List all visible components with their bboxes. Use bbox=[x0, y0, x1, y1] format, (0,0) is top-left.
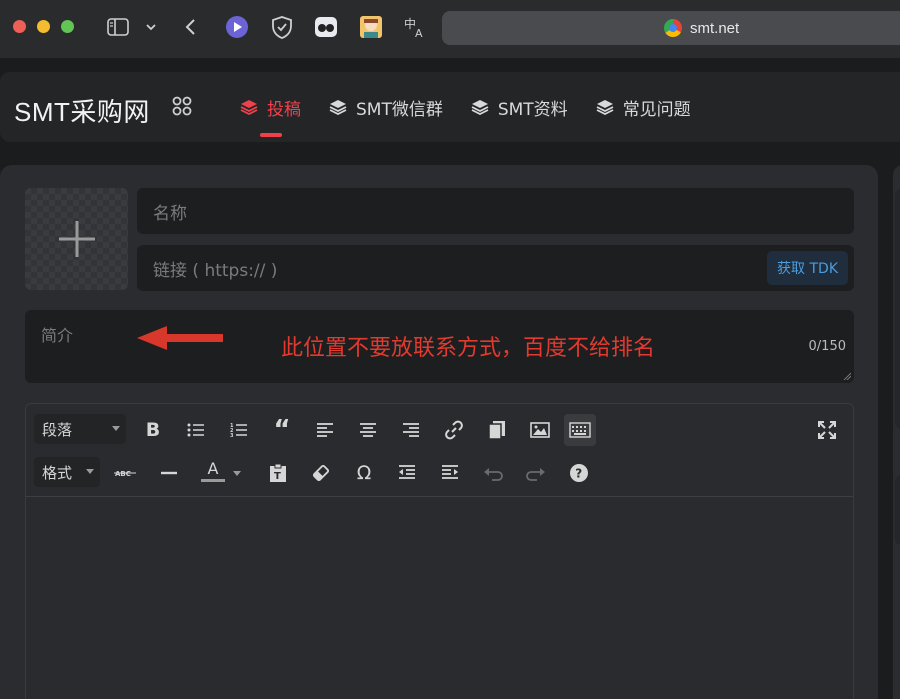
play-extension-icon[interactable] bbox=[225, 15, 249, 39]
format-select-value: 格式 bbox=[42, 463, 73, 482]
fullscreen-icon[interactable] bbox=[814, 417, 840, 443]
site-logo[interactable]: SMT采购网 bbox=[14, 92, 150, 129]
nav-label: SMT微信群 bbox=[356, 99, 443, 120]
svg-text:?: ? bbox=[575, 467, 582, 481]
editor-content-area[interactable] bbox=[26, 498, 853, 699]
shield-extension-icon[interactable] bbox=[270, 15, 294, 39]
redo-icon[interactable] bbox=[523, 460, 549, 486]
nav-item-wechat-group[interactable]: SMT微信群 bbox=[329, 72, 443, 142]
text-color-bar bbox=[201, 478, 225, 482]
bullet-list-icon[interactable] bbox=[183, 417, 209, 443]
text-color-letter: A bbox=[207, 458, 219, 478]
name-input[interactable]: 名称 bbox=[137, 188, 854, 234]
strikethrough-icon[interactable]: ABC bbox=[112, 460, 138, 486]
keyboard-icon[interactable] bbox=[564, 414, 596, 446]
align-right-icon[interactable] bbox=[398, 417, 424, 443]
nav-label: SMT资料 bbox=[497, 99, 568, 120]
copy-icon[interactable] bbox=[484, 417, 510, 443]
bold-icon[interactable]: B bbox=[140, 417, 166, 443]
format-select[interactable]: 格式 bbox=[34, 457, 100, 487]
layers-icon bbox=[596, 100, 614, 116]
undo-icon[interactable] bbox=[480, 460, 506, 486]
annotation-arrow-icon bbox=[137, 326, 223, 350]
eraser-icon[interactable] bbox=[308, 460, 334, 486]
browser-toolbar: 中A smt.net bbox=[0, 0, 900, 58]
name-placeholder: 名称 bbox=[153, 203, 187, 224]
url-text: smt.net bbox=[690, 19, 740, 37]
site-favicon-icon bbox=[664, 19, 682, 37]
translate-icon[interactable]: 中A bbox=[403, 15, 427, 39]
link-input[interactable]: 链接 ( https:// ) 获取 TDK bbox=[137, 245, 854, 291]
menu-grid-icon[interactable] bbox=[170, 94, 194, 118]
layers-icon bbox=[329, 100, 347, 116]
side-panel-block bbox=[895, 189, 900, 429]
site-header: SMT采购网 投稿 SMT微信群 SMT资料 常见问题 bbox=[0, 72, 900, 142]
svg-text:3: 3 bbox=[230, 433, 234, 438]
special-character-icon[interactable]: Ω bbox=[351, 460, 377, 486]
nav-item-submit[interactable]: 投稿 bbox=[240, 72, 301, 142]
address-bar[interactable]: smt.net bbox=[442, 11, 900, 45]
editor-toolbar: 段落 B 123 “ 格式 ABC A T Ω ? bbox=[26, 404, 853, 497]
caret-down-icon bbox=[112, 426, 120, 431]
horizontal-rule-icon[interactable] bbox=[156, 460, 182, 486]
nav-item-resources[interactable]: SMT资料 bbox=[471, 72, 568, 142]
blockquote-icon[interactable]: “ bbox=[269, 415, 295, 445]
numbered-list-icon[interactable]: 123 bbox=[226, 417, 252, 443]
side-panel-block bbox=[895, 475, 900, 545]
rich-text-editor: 段落 B 123 “ 格式 ABC A T Ω ? bbox=[25, 403, 854, 699]
avatar-extension-icon[interactable] bbox=[359, 15, 383, 39]
chevron-down-icon[interactable] bbox=[139, 15, 163, 39]
help-icon[interactable]: ? bbox=[566, 460, 592, 486]
back-icon[interactable] bbox=[178, 15, 202, 39]
text-color-icon[interactable]: A bbox=[198, 458, 228, 484]
layers-icon bbox=[240, 100, 258, 116]
image-icon[interactable] bbox=[527, 417, 553, 443]
svg-text:T: T bbox=[274, 471, 281, 482]
align-left-icon[interactable] bbox=[312, 417, 338, 443]
maximize-window-button[interactable] bbox=[61, 20, 74, 33]
image-upload[interactable] bbox=[25, 188, 128, 290]
resize-grip-icon[interactable] bbox=[843, 372, 851, 380]
nav-label: 常见问题 bbox=[622, 99, 691, 120]
link-icon[interactable] bbox=[441, 417, 467, 443]
minimize-window-button[interactable] bbox=[37, 20, 50, 33]
annotation-text: 此位置不要放联系方式，百度不给排名 bbox=[281, 336, 656, 361]
summary-placeholder: 简介 bbox=[41, 326, 74, 345]
paragraph-select[interactable]: 段落 bbox=[34, 414, 126, 444]
svg-text:A: A bbox=[415, 27, 423, 39]
close-window-button[interactable] bbox=[13, 20, 26, 33]
paste-text-icon[interactable]: T bbox=[265, 460, 291, 486]
paragraph-select-value: 段落 bbox=[42, 420, 73, 439]
get-tdk-button[interactable]: 获取 TDK bbox=[767, 251, 848, 285]
caret-down-icon bbox=[86, 469, 94, 474]
nav-item-faq[interactable]: 常见问题 bbox=[596, 72, 691, 142]
text-color-caret-icon[interactable] bbox=[229, 460, 245, 486]
side-panel bbox=[893, 165, 900, 699]
char-counter: 0/150 bbox=[808, 339, 846, 354]
layers-icon bbox=[471, 100, 489, 116]
plus-icon bbox=[58, 221, 95, 257]
nav-label: 投稿 bbox=[267, 99, 301, 120]
sidebar-toggle-icon[interactable] bbox=[106, 15, 130, 39]
outdent-icon[interactable] bbox=[394, 460, 420, 486]
link-placeholder: 链接 ( https:// ) bbox=[153, 260, 278, 281]
align-center-icon[interactable] bbox=[355, 417, 381, 443]
main-nav: 投稿 SMT微信群 SMT资料 常见问题 bbox=[240, 72, 719, 142]
svg-text:ABC: ABC bbox=[115, 470, 131, 478]
mask-extension-icon[interactable] bbox=[314, 15, 338, 39]
indent-icon[interactable] bbox=[437, 460, 463, 486]
